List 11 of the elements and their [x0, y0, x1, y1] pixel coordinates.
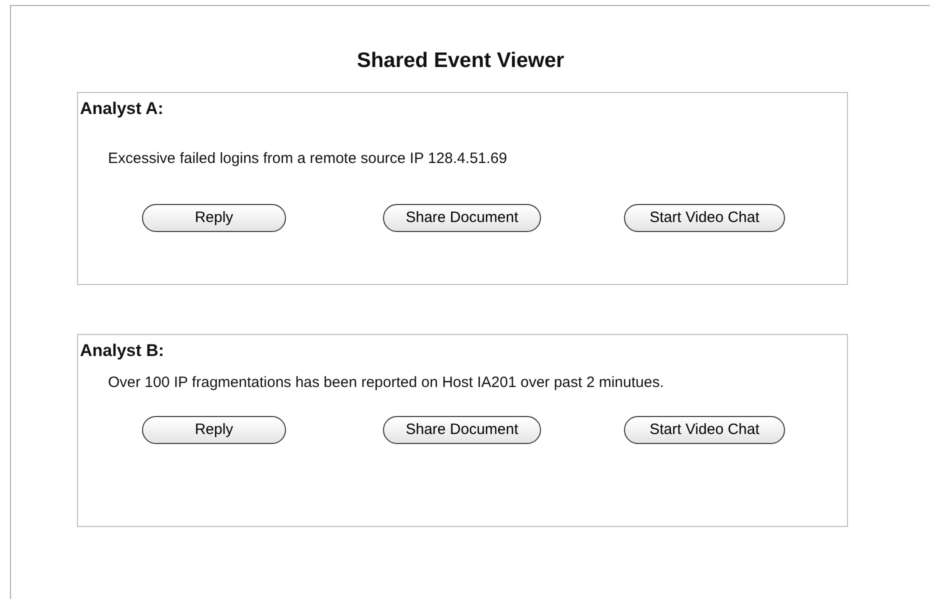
- event-message: Excessive failed logins from a remote source IP 128.4.51.69: [108, 149, 508, 168]
- reply-button[interactable]: Reply: [142, 204, 286, 232]
- video-chat-button[interactable]: Start Video Chat: [624, 416, 785, 444]
- analyst-label: Analyst B:: [80, 341, 166, 361]
- share-document-button[interactable]: Share Document: [383, 204, 541, 232]
- share-document-button[interactable]: Share Document: [383, 416, 541, 444]
- event-message: Over 100 IP fragmentations has been reported on Host IA201 over past 2 minutues.: [108, 373, 665, 392]
- reply-button[interactable]: Reply: [142, 416, 286, 444]
- video-chat-button[interactable]: Start Video Chat: [624, 204, 785, 232]
- analyst-label: Analyst A:: [80, 99, 164, 119]
- page-title: Shared Event Viewer: [356, 48, 566, 74]
